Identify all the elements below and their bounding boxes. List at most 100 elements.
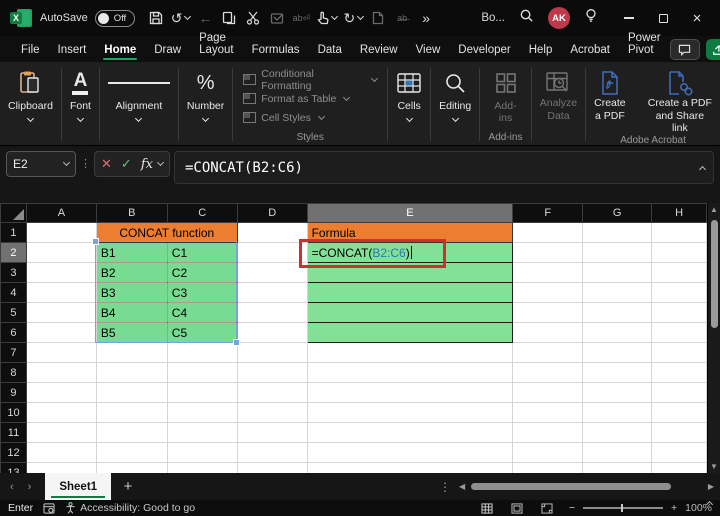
number-button[interactable]: % Number xyxy=(179,64,232,121)
row-header-12[interactable]: 12 xyxy=(1,443,27,463)
tab-insert[interactable]: Insert xyxy=(49,40,96,62)
lightbulb-icon[interactable] xyxy=(584,8,598,28)
copy-icon[interactable] xyxy=(218,6,240,30)
horizontal-scroll-thumb[interactable] xyxy=(471,483,671,490)
vertical-scrollbar[interactable]: ▲ ▼ xyxy=(707,203,720,473)
cell-C2[interactable]: C1 xyxy=(167,243,237,263)
cell-F11[interactable] xyxy=(513,423,583,443)
cell-D10[interactable] xyxy=(237,403,307,423)
cell-G1[interactable] xyxy=(583,223,652,243)
row-header-11[interactable]: 11 xyxy=(1,423,27,443)
cell-A12[interactable] xyxy=(26,443,96,463)
scroll-down-icon[interactable]: ▼ xyxy=(708,460,720,473)
tab-help[interactable]: Help xyxy=(520,40,562,62)
font-button[interactable]: A Font xyxy=(62,64,99,121)
cell-C5[interactable]: C4 xyxy=(167,303,237,323)
cell-G6[interactable] xyxy=(583,323,652,343)
cell-F8[interactable] xyxy=(513,363,583,383)
sheetbar-menu-icon[interactable]: ⋮ xyxy=(439,480,451,494)
vertical-scroll-thumb[interactable] xyxy=(711,220,718,328)
cell-C6[interactable]: C5 xyxy=(167,323,237,343)
cell-G9[interactable] xyxy=(583,383,652,403)
column-header-D[interactable]: D xyxy=(237,204,307,223)
cell-F7[interactable] xyxy=(513,343,583,363)
cell-H7[interactable] xyxy=(652,343,707,363)
cell-A8[interactable] xyxy=(26,363,96,383)
tab-page-layout[interactable]: Page Layout xyxy=(190,28,243,62)
share-button[interactable] xyxy=(706,39,720,60)
next-sheet-icon[interactable]: › xyxy=(28,481,32,493)
cell-F4[interactable] xyxy=(513,283,583,303)
create-pdf-share-button[interactable]: Create a PDFand Share link xyxy=(640,64,720,135)
row-header-9[interactable]: 9 xyxy=(1,383,27,403)
cell-F13[interactable] xyxy=(513,463,583,474)
touch-mode-icon[interactable] xyxy=(314,6,339,30)
cell-D7[interactable] xyxy=(237,343,307,363)
cell-G2[interactable] xyxy=(583,243,652,263)
column-header-C[interactable]: C xyxy=(167,204,237,223)
cut-icon[interactable] xyxy=(242,6,264,30)
column-header-E[interactable]: E xyxy=(307,204,513,223)
autosave-toggle[interactable]: Off xyxy=(95,10,135,27)
tab-data[interactable]: Data xyxy=(309,40,351,62)
column-header-H[interactable]: H xyxy=(652,204,707,223)
enter-icon[interactable]: ✓ xyxy=(121,156,132,172)
cell-B2[interactable]: B1 xyxy=(96,243,167,263)
column-header-F[interactable]: F xyxy=(513,204,583,223)
tab-draw[interactable]: Draw xyxy=(145,40,190,62)
styles-item-cell-styles[interactable]: Cell Styles xyxy=(243,108,324,127)
scroll-left-icon[interactable]: ◀ xyxy=(459,482,465,491)
cell-E1[interactable]: Formula xyxy=(307,223,513,243)
account-avatar[interactable]: AK xyxy=(548,7,570,29)
select-all-corner[interactable] xyxy=(1,204,27,223)
row-header-6[interactable]: 6 xyxy=(1,323,27,343)
cell-A9[interactable] xyxy=(26,383,96,403)
row-header-7[interactable]: 7 xyxy=(1,343,27,363)
formula-input[interactable]: =CONCAT(B2:C6) xyxy=(174,151,714,184)
cell-D9[interactable] xyxy=(237,383,307,403)
cell-B5[interactable]: B4 xyxy=(96,303,167,323)
cell-E10[interactable] xyxy=(307,403,513,423)
search-icon[interactable] xyxy=(519,8,534,28)
cell-B7[interactable] xyxy=(96,343,167,363)
workbook-name[interactable]: Bo... xyxy=(481,12,505,24)
cell-E3[interactable] xyxy=(307,263,513,283)
cell-A10[interactable] xyxy=(26,403,96,423)
cell-B3[interactable]: B2 xyxy=(96,263,167,283)
zoom-in-button[interactable]: + xyxy=(671,502,677,514)
cell-C11[interactable] xyxy=(167,423,237,443)
cell-B11[interactable] xyxy=(96,423,167,443)
tab-acrobat[interactable]: Acrobat xyxy=(561,40,619,62)
tab-review[interactable]: Review xyxy=(351,40,407,62)
cell-B6[interactable]: B5 xyxy=(96,323,167,343)
row-header-8[interactable]: 8 xyxy=(1,363,27,383)
formula-bar-drag-handle[interactable]: ⋮ xyxy=(80,151,90,170)
styles-item-conditional-formatting[interactable]: Conditional Formatting xyxy=(243,70,377,89)
cell-F3[interactable] xyxy=(513,263,583,283)
column-header-A[interactable]: A xyxy=(26,204,96,223)
addins-button[interactable]: Add-ins xyxy=(480,64,531,124)
cell-D5[interactable] xyxy=(237,303,307,323)
save-icon[interactable] xyxy=(145,6,167,30)
cell-B9[interactable] xyxy=(96,383,167,403)
cell-C7[interactable] xyxy=(167,343,237,363)
zoom-out-button[interactable]: − xyxy=(569,502,575,514)
editing-button[interactable]: Editing xyxy=(431,64,479,121)
row-header-10[interactable]: 10 xyxy=(1,403,27,423)
zoom-slider-thumb[interactable] xyxy=(621,504,623,512)
cell-H9[interactable] xyxy=(652,383,707,403)
cell-E2[interactable]: =CONCAT(B2:C6) xyxy=(307,243,513,263)
formula-bar-collapse-icon[interactable] xyxy=(700,160,705,176)
create-pdf-button[interactable]: Createa PDF xyxy=(586,64,634,122)
cell-G3[interactable] xyxy=(583,263,652,283)
row-header-5[interactable]: 5 xyxy=(1,303,27,323)
page-break-preview-icon[interactable] xyxy=(541,503,553,514)
cell-H13[interactable] xyxy=(652,463,707,474)
cell-F10[interactable] xyxy=(513,403,583,423)
cell-G13[interactable] xyxy=(583,463,652,474)
cell-E8[interactable] xyxy=(307,363,513,383)
cell-G11[interactable] xyxy=(583,423,652,443)
tab-developer[interactable]: Developer xyxy=(449,40,519,62)
horizontal-scrollbar[interactable]: ◀ ▶ xyxy=(459,482,714,491)
alignment-button[interactable]: Alignment xyxy=(100,64,178,121)
